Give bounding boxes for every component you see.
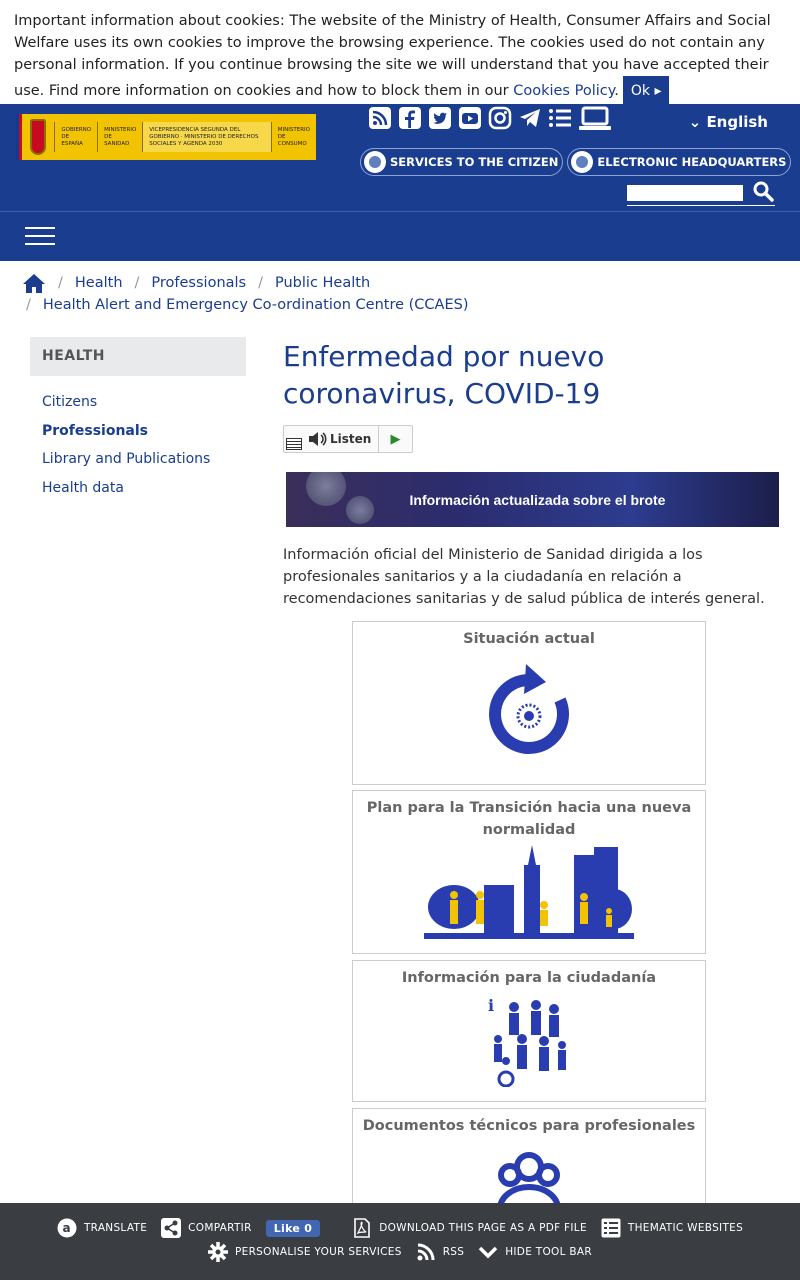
share-button[interactable]: COMPARTIR: [161, 1218, 252, 1238]
cookies-policy-link[interactable]: Cookies Policy: [513, 83, 614, 99]
breadcrumb-professionals[interactable]: Professionals: [151, 272, 246, 294]
list-icon[interactable]: [548, 104, 572, 130]
logo-text-derechos: VICEPRESIDENCIA SEGUNDA DEL GOBIERNO · M…: [142, 122, 271, 152]
language-selector[interactable]: ⌄ English: [689, 113, 768, 131]
home-icon[interactable]: [22, 272, 46, 294]
card-informacion-ciudadania[interactable]: Información para la ciudadanía i: [352, 960, 706, 1102]
electronic-headquarters-button[interactable]: ELECTRONIC HEADQUARTERS: [567, 148, 792, 176]
city-people-icon: [424, 845, 634, 939]
chevron-down-icon: [478, 1246, 498, 1259]
social-icons: [368, 104, 612, 136]
page-title: Enfermedad por nuevo coronavirus, COVID-…: [283, 340, 605, 410]
refresh-virus-icon: [489, 664, 570, 754]
translate-icon: a: [57, 1218, 77, 1238]
bottom-toolbar: a TRANSLATE COMPARTIR Like 0 DOWNLOAD TH…: [0, 1203, 800, 1280]
download-pdf-button[interactable]: DOWNLOAD THIS PAGE AS A PDF FILE: [352, 1218, 587, 1238]
svg-text:i: i: [488, 996, 494, 1015]
coat-of-arms-icon: [29, 119, 47, 155]
search-form: [627, 181, 775, 206]
personalise-services-button[interactable]: PERSONALISE YOUR SERVICES: [208, 1242, 402, 1262]
card-title: Información para la ciudadanía: [401, 970, 657, 986]
intro-text: Información oficial del Ministerio de Sa…: [283, 547, 765, 607]
site-header: GOBIERNO DE ESPAÑA MINISTERIO DE SANIDAD…: [0, 104, 800, 211]
rss-feed-icon: [417, 1243, 435, 1261]
thematic-list-icon: [601, 1218, 621, 1238]
instagram-icon[interactable]: [488, 104, 512, 130]
logo-text-gobierno: GOBIERNO DE ESPAÑA: [54, 122, 97, 152]
services-to-citizen-button[interactable]: SERVICES TO THE CITIZEN: [360, 148, 564, 176]
sidebar-item-citizens[interactable]: Citizens: [42, 388, 210, 417]
hamburger-menu-icon[interactable]: [25, 227, 57, 247]
listen-player[interactable]: Listen ▶: [283, 425, 413, 453]
svg-text:a: a: [62, 1221, 70, 1235]
outbreak-info-banner[interactable]: Información actualizada sobre el brote: [286, 472, 779, 527]
professionals-group-icon: [497, 1152, 561, 1209]
share-icon: [161, 1218, 182, 1238]
pdf-icon: [354, 1218, 371, 1238]
sidebar-menu: Citizens Professionals Library and Publi…: [42, 388, 210, 502]
play-icon[interactable]: ▶: [378, 426, 412, 452]
banner-text: Información actualizada sobre el brote: [409, 491, 666, 508]
rss-button[interactable]: RSS: [416, 1242, 465, 1262]
laptop-icon[interactable]: [578, 104, 612, 130]
search-icon[interactable]: [751, 179, 775, 203]
citizen-globe-icon: [364, 151, 386, 173]
gear-icon: [208, 1242, 229, 1262]
card-title: Documentos técnicos para profesionales: [362, 1118, 696, 1134]
translate-button[interactable]: a TRANSLATE: [57, 1218, 147, 1238]
thematic-websites-button[interactable]: THEMATIC WEBSITES: [601, 1218, 743, 1238]
logo-text-consumo: MINISTERIO DE CONSUMO: [270, 122, 316, 152]
cookie-ok-button[interactable]: Ok ▸: [622, 76, 670, 106]
player-menu-icon[interactable]: [286, 438, 302, 450]
sidebar-item-professionals[interactable]: Professionals: [42, 417, 210, 446]
facebook-icon[interactable]: [398, 104, 422, 130]
search-input[interactable]: [627, 185, 743, 201]
card-title: Situación actual: [463, 631, 595, 647]
citizens-group-icon: i: [488, 996, 566, 1087]
sidebar-item-health-data[interactable]: Health data: [42, 474, 210, 503]
card-situacion-actual[interactable]: Situación actual: [352, 621, 706, 785]
rss-icon[interactable]: [368, 104, 392, 130]
listen-label: Listen: [330, 432, 372, 446]
main-navbar: [0, 211, 800, 261]
logo-text-sanidad: MINISTERIO DE SANIDAD: [97, 122, 142, 152]
speaker-icon: [309, 432, 327, 446]
telegram-icon[interactable]: [518, 104, 542, 130]
breadcrumb-public-health[interactable]: Public Health: [275, 272, 370, 294]
breadcrumb-ccaes[interactable]: Health Alert and Emergency Co-ordination…: [43, 294, 469, 316]
sidebar-item-library[interactable]: Library and Publications: [42, 445, 210, 474]
breadcrumb: / Health / Professionals / Public Health / H…: [22, 272, 782, 316]
breadcrumb-health[interactable]: Health: [75, 272, 123, 294]
chevron-down-icon: ⌄: [688, 113, 702, 131]
sidebar-heading: HEALTH: [30, 337, 246, 376]
hide-toolbar-button[interactable]: HIDE TOOL BAR: [478, 1242, 592, 1262]
facebook-like-label: Like 0: [265, 1219, 321, 1237]
government-logo[interactable]: GOBIERNO DE ESPAÑA MINISTERIO DE SANIDAD…: [16, 114, 316, 160]
card-title: Plan para la Transición hacia una nueva …: [366, 800, 692, 838]
card-plan-transicion[interactable]: Plan para la Transición hacia una nueva …: [352, 790, 706, 954]
at-sign-icon: [571, 151, 594, 173]
youtube-icon[interactable]: [458, 104, 482, 130]
facebook-like-button[interactable]: Like 0: [265, 1219, 321, 1237]
twitter-icon[interactable]: [428, 104, 452, 130]
cookie-banner: Important information about cookies: The…: [0, 0, 800, 106]
